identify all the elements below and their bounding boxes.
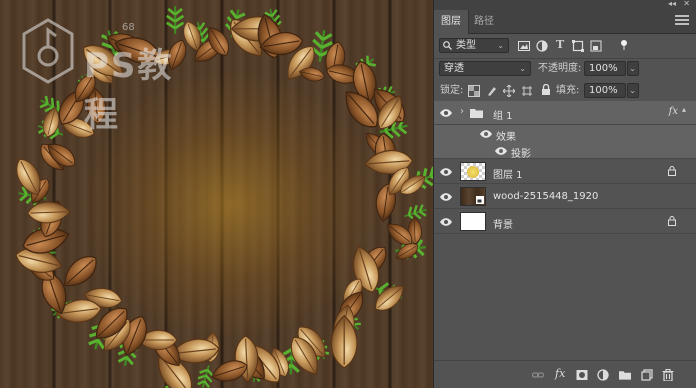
fill-dropdown[interactable]: ⌄ xyxy=(627,83,639,98)
smart-object-filter-icon[interactable] xyxy=(590,40,602,52)
leaf xyxy=(57,249,104,294)
opacity-label: 不透明度: xyxy=(538,63,582,74)
panel-topbar: ◂◂ ✕ xyxy=(434,0,696,10)
watermark-logo: 68 PS教程 xyxy=(22,18,192,135)
shape-filter-icon[interactable] xyxy=(572,40,584,52)
lock-artboard-icon[interactable] xyxy=(521,85,533,97)
fill-value: 100% xyxy=(589,85,618,96)
filter-kind-select[interactable]: 类型 ⌄ xyxy=(439,38,509,53)
filter-row: 类型 ⌄ T xyxy=(434,37,696,55)
link-icon[interactable] xyxy=(532,369,544,381)
panel-tabs: 图层 路径 xyxy=(434,10,696,34)
logo-small-text: 68 xyxy=(122,22,135,33)
fx-badge[interactable]: fx xyxy=(669,106,678,117)
lock-icon xyxy=(668,166,676,176)
layer-name: 背景 xyxy=(493,220,513,231)
lock-row: 锁定: 填充: 100% ⌄ xyxy=(434,82,696,100)
effect-name: 投影 xyxy=(511,149,531,160)
effects-label: 效果 xyxy=(496,132,516,143)
fill-input[interactable]: 100% xyxy=(584,83,626,98)
layers-list: › 组 1 fx ▴ 效果 投影 图层 1 wood-2515448_1920 … xyxy=(434,101,696,360)
layer-name: 图层 1 xyxy=(493,170,523,181)
visibility-eye-icon[interactable] xyxy=(480,129,492,139)
thumbnail-content xyxy=(467,166,479,178)
effect-row-drop-shadow[interactable]: 投影 xyxy=(434,142,696,160)
divider xyxy=(434,58,696,59)
layer-row-background[interactable]: 背景 xyxy=(434,209,696,234)
visibility-eye-icon[interactable] xyxy=(440,192,452,202)
folder-icon xyxy=(470,109,483,118)
lock-icon xyxy=(668,216,676,226)
chevron-right-icon[interactable]: › xyxy=(460,106,464,117)
collapse-icon[interactable]: ◂◂ xyxy=(668,0,676,8)
visibility-eye-icon[interactable] xyxy=(495,146,507,156)
effects-header-row[interactable]: 效果 xyxy=(434,125,696,143)
smart-object-badge-icon xyxy=(476,196,484,204)
chevron-down-icon: ⌄ xyxy=(629,64,636,73)
layers-panel: ◂◂ ✕ 图层 路径 类型 ⌄ T 穿透 ⌄ 不透明度: 100% ⌄ 锁定: … xyxy=(433,0,696,388)
mask-icon[interactable] xyxy=(576,369,588,381)
search-icon xyxy=(443,41,452,50)
layer-name: 组 1 xyxy=(493,111,513,122)
opacity-input[interactable]: 100% xyxy=(584,61,626,76)
image-filter-icon[interactable] xyxy=(518,40,530,52)
folder-icon[interactable] xyxy=(619,369,631,381)
filter-toggle-icon[interactable] xyxy=(618,39,630,51)
tab-layers[interactable]: 图层 xyxy=(434,10,469,34)
expand-effects-icon[interactable]: ▴ xyxy=(682,105,686,114)
opacity-value: 100% xyxy=(589,63,618,74)
close-icon[interactable]: ✕ xyxy=(683,0,690,8)
adjustment-icon[interactable] xyxy=(597,369,609,381)
tab-paths[interactable]: 路径 xyxy=(467,10,501,34)
logo-mark-icon xyxy=(22,18,74,84)
blend-mode-value: 穿透 xyxy=(444,63,464,74)
layer-name: wood-2515448_1920 xyxy=(493,191,599,202)
filter-kind-label: 类型 xyxy=(456,40,476,51)
panel-menu-icon[interactable] xyxy=(675,15,689,27)
layer-row-group-1[interactable]: › 组 1 fx ▴ xyxy=(434,101,696,125)
layer-thumbnail xyxy=(460,212,486,231)
lock-label: 锁定: xyxy=(440,85,464,96)
chevron-down-icon: ⌄ xyxy=(497,41,504,50)
layer-thumbnail xyxy=(460,187,486,206)
opacity-dropdown[interactable]: ⌄ xyxy=(627,61,639,76)
trash-icon[interactable] xyxy=(662,369,674,381)
visibility-eye-icon[interactable] xyxy=(440,167,452,177)
blend-row: 穿透 ⌄ 不透明度: 100% ⌄ xyxy=(434,60,696,78)
fx-icon[interactable]: fx xyxy=(555,367,565,380)
fill-label: 填充: xyxy=(556,85,580,96)
lock-move-icon[interactable] xyxy=(503,85,515,97)
layers-bottom-toolbar: fx xyxy=(434,360,696,388)
chevron-down-icon: ⌄ xyxy=(519,64,526,73)
blend-mode-select[interactable]: 穿透 ⌄ xyxy=(439,61,531,76)
chevron-down-icon: ⌄ xyxy=(629,86,636,95)
visibility-eye-icon[interactable] xyxy=(440,217,452,227)
type-filter-icon[interactable]: T xyxy=(556,39,564,51)
layer-thumbnail xyxy=(460,162,486,181)
lock-transparent-icon[interactable] xyxy=(468,85,480,97)
lock-paint-icon[interactable] xyxy=(486,85,498,97)
new-layer-icon[interactable] xyxy=(641,369,653,381)
lock-all-icon[interactable] xyxy=(540,84,552,96)
document-canvas[interactable]: 68 PS教程 xyxy=(0,0,433,388)
layer-row-wood[interactable]: wood-2515448_1920 xyxy=(434,184,696,209)
layer-row-layer-1[interactable]: 图层 1 xyxy=(434,159,696,184)
adjustment-filter-icon[interactable] xyxy=(536,40,548,52)
logo-text: PS教程 xyxy=(84,46,174,135)
visibility-eye-icon[interactable] xyxy=(440,108,452,118)
